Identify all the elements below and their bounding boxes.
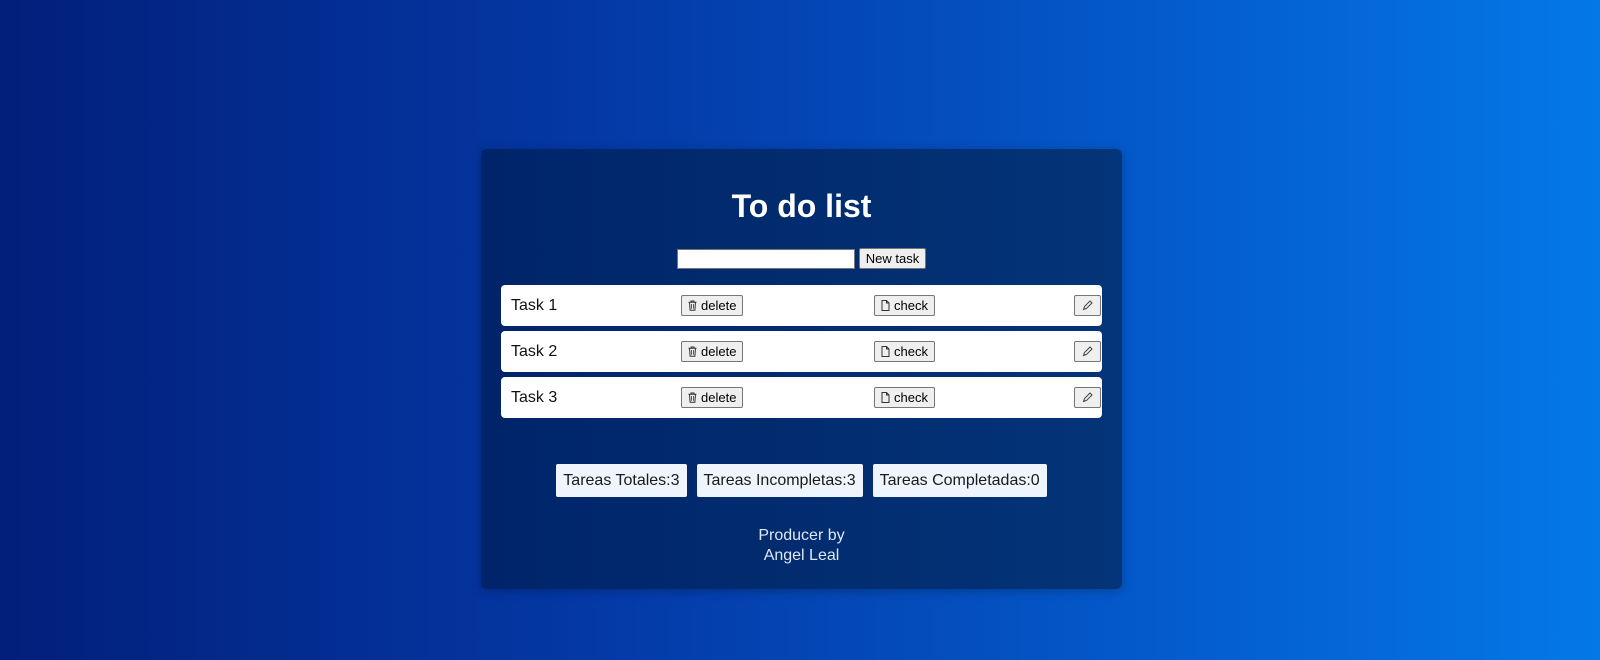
task-item-2: Task 2 delete check bbox=[501, 331, 1102, 372]
task-item-3: Task 3 delete check bbox=[501, 377, 1102, 418]
stat-completed: Tareas Completadas:0 bbox=[872, 464, 1047, 497]
stat-incomplete: Tareas Incompletas:3 bbox=[696, 464, 863, 497]
footer-line-2: Angel Leal bbox=[763, 547, 840, 564]
check-label: check bbox=[894, 390, 928, 405]
footer-credit: Producer by Angel Leal bbox=[481, 526, 1122, 566]
edit-button[interactable] bbox=[1074, 341, 1101, 362]
check-label: check bbox=[894, 344, 928, 359]
pencil-icon bbox=[1082, 346, 1093, 357]
check-button[interactable]: check bbox=[874, 341, 935, 362]
task-label: Task 1 bbox=[511, 297, 558, 314]
trash-icon bbox=[688, 300, 697, 311]
document-icon bbox=[881, 300, 890, 311]
pencil-icon bbox=[1082, 300, 1093, 311]
todo-card: To do list New task Task 1 delete check bbox=[481, 149, 1122, 589]
task-list: Task 1 delete check Task 2 delete check … bbox=[501, 285, 1102, 423]
document-icon bbox=[881, 346, 890, 357]
trash-icon bbox=[688, 346, 697, 357]
edit-button[interactable] bbox=[1074, 295, 1101, 316]
new-task-input[interactable] bbox=[676, 248, 855, 269]
trash-icon bbox=[688, 392, 697, 403]
new-task-button[interactable]: New task bbox=[858, 248, 927, 269]
check-button[interactable]: check bbox=[874, 387, 935, 408]
check-button[interactable]: check bbox=[874, 295, 935, 316]
task-item-1: Task 1 delete check bbox=[501, 285, 1102, 326]
page-title: To do list bbox=[731, 188, 872, 224]
footer-line-1: Producer by bbox=[758, 527, 845, 544]
task-label: Task 3 bbox=[511, 389, 558, 406]
new-task-form: New task bbox=[481, 248, 1122, 269]
delete-label: delete bbox=[701, 344, 737, 359]
delete-button[interactable]: delete bbox=[681, 341, 744, 362]
stat-total: Tareas Totales:3 bbox=[556, 464, 687, 497]
delete-button[interactable]: delete bbox=[681, 295, 744, 316]
document-icon bbox=[881, 392, 890, 403]
delete-label: delete bbox=[701, 390, 737, 405]
check-label: check bbox=[894, 298, 928, 313]
pencil-icon bbox=[1082, 392, 1093, 403]
task-label: Task 2 bbox=[511, 343, 558, 360]
task-stats: Tareas Totales:3 Tareas Incompletas:3 Ta… bbox=[481, 464, 1122, 497]
delete-button[interactable]: delete bbox=[681, 387, 744, 408]
edit-button[interactable] bbox=[1074, 387, 1101, 408]
delete-label: delete bbox=[701, 298, 737, 313]
